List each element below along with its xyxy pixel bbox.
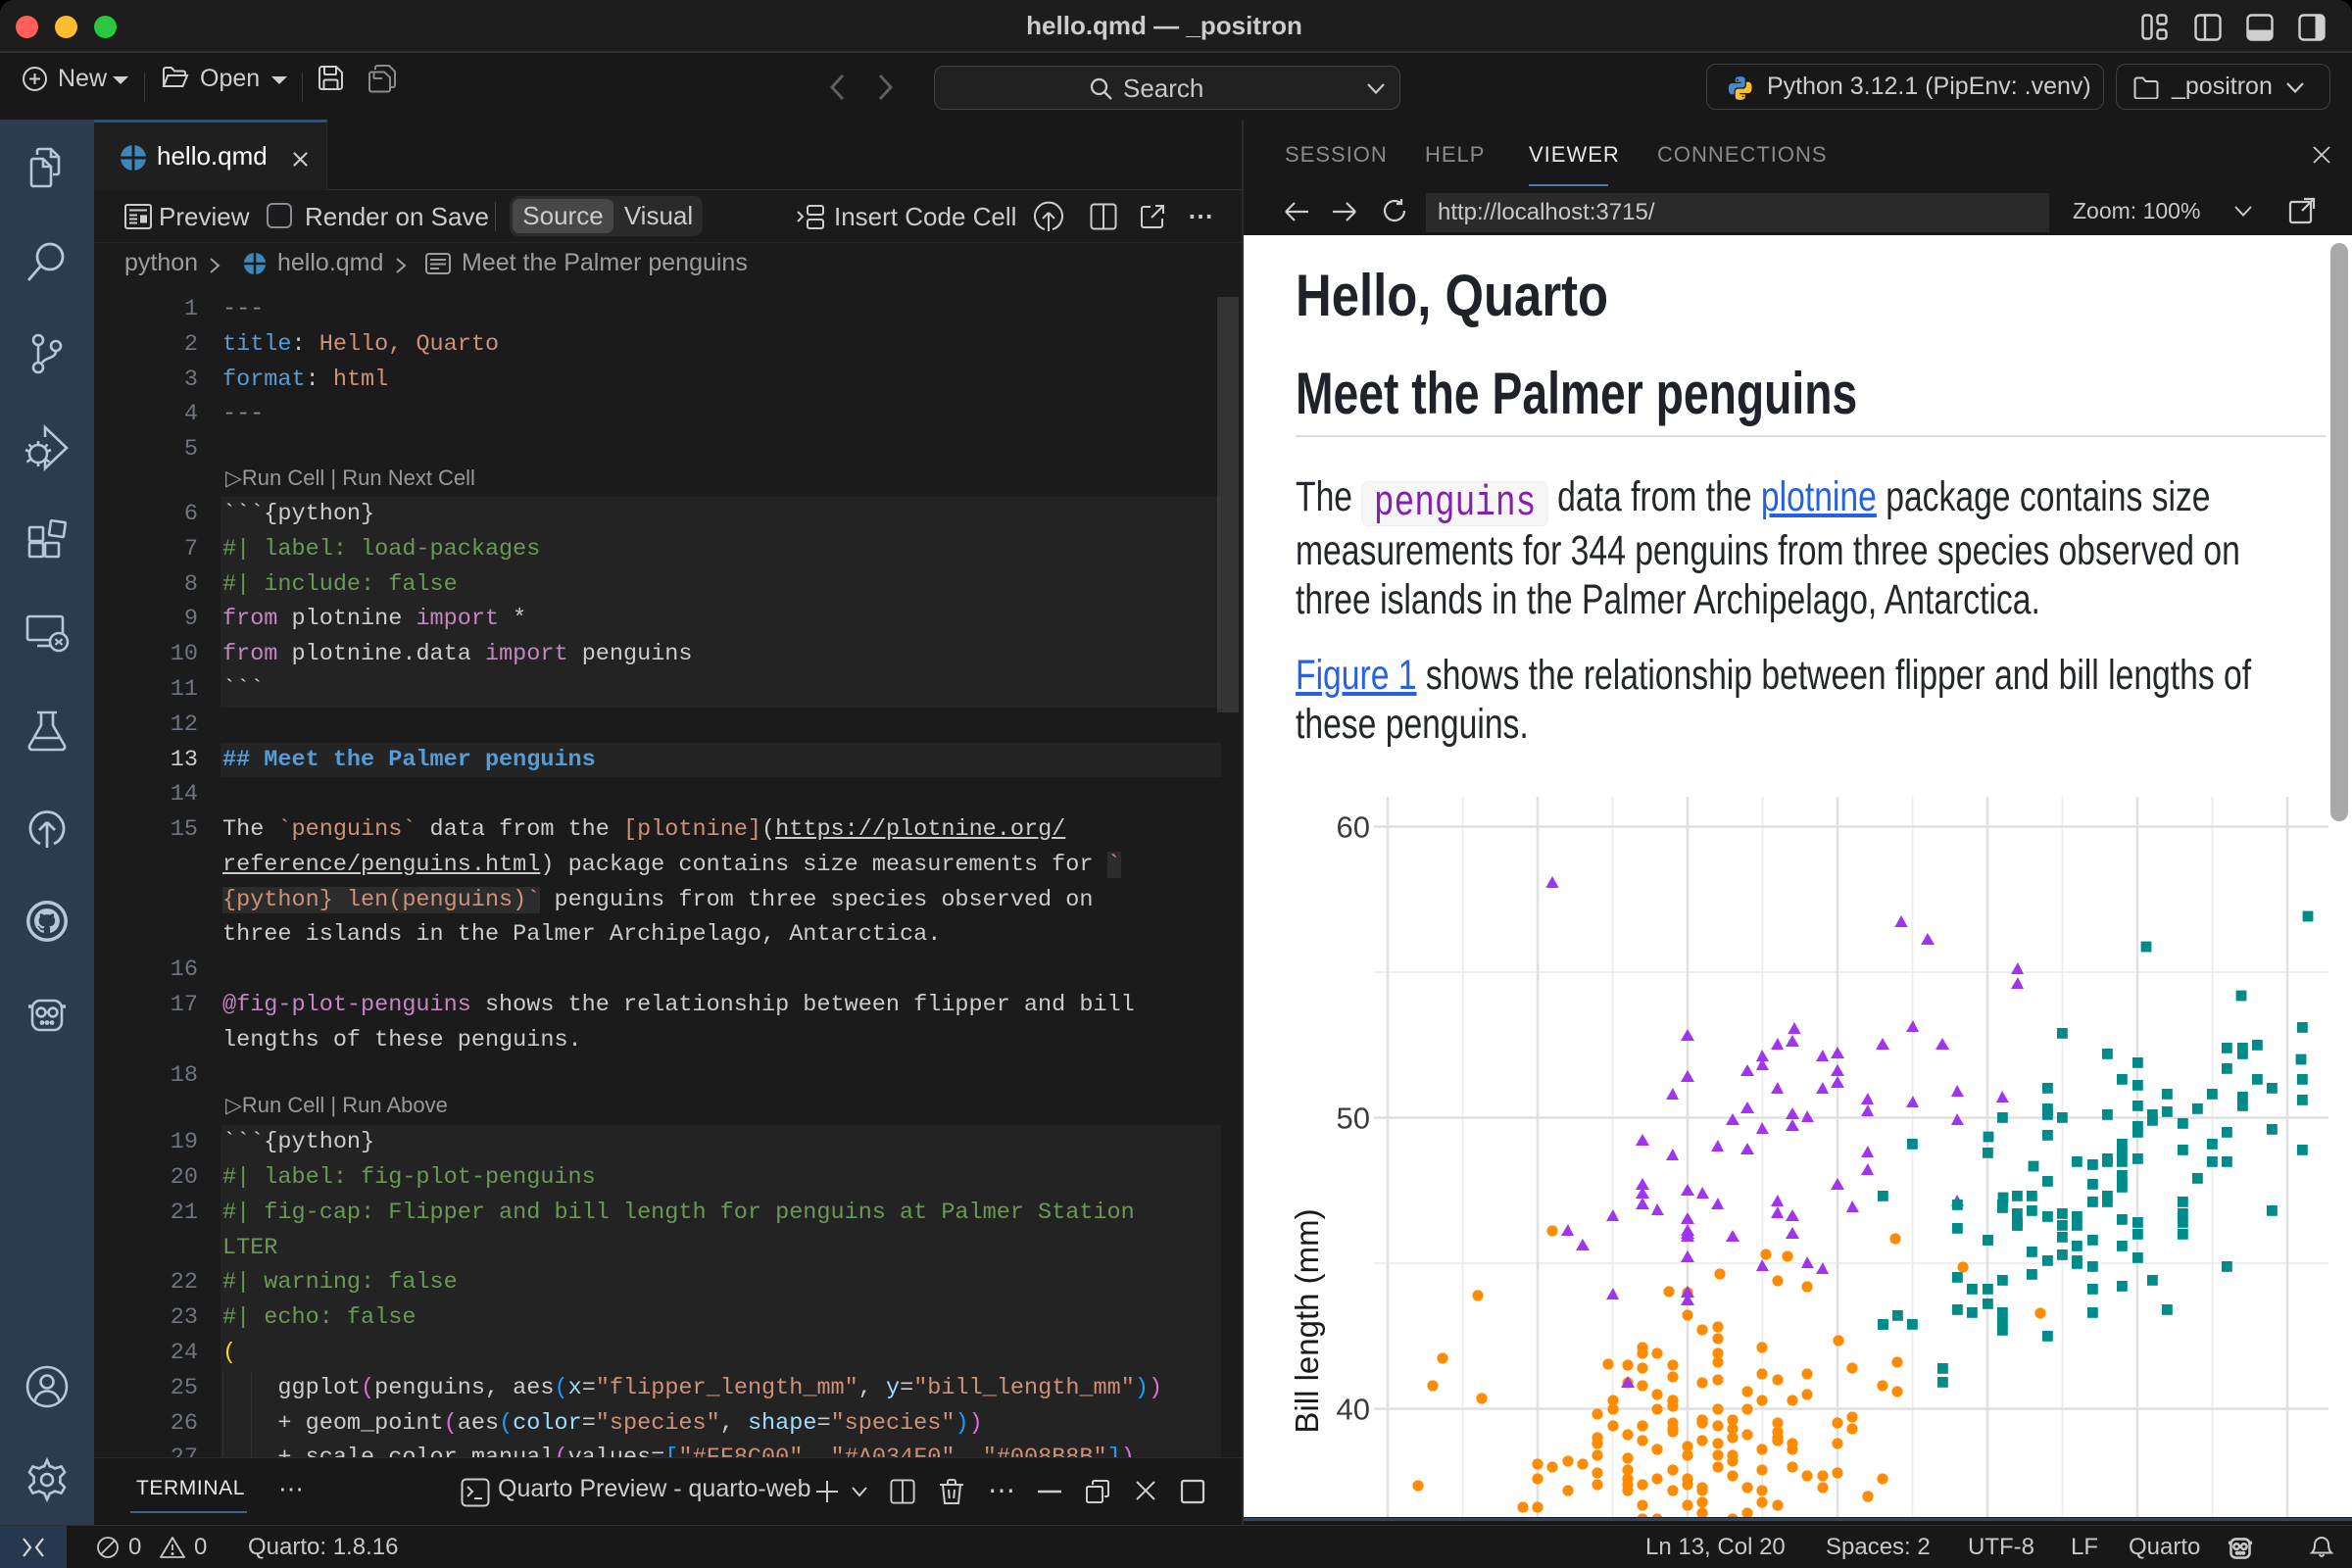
svg-text:Bill length (mm): Bill length (mm) (1289, 1208, 1325, 1433)
svg-text:60: 60 (1337, 810, 1370, 845)
svg-text:50: 50 (1337, 1102, 1370, 1136)
svg-text:40: 40 (1337, 1393, 1370, 1427)
